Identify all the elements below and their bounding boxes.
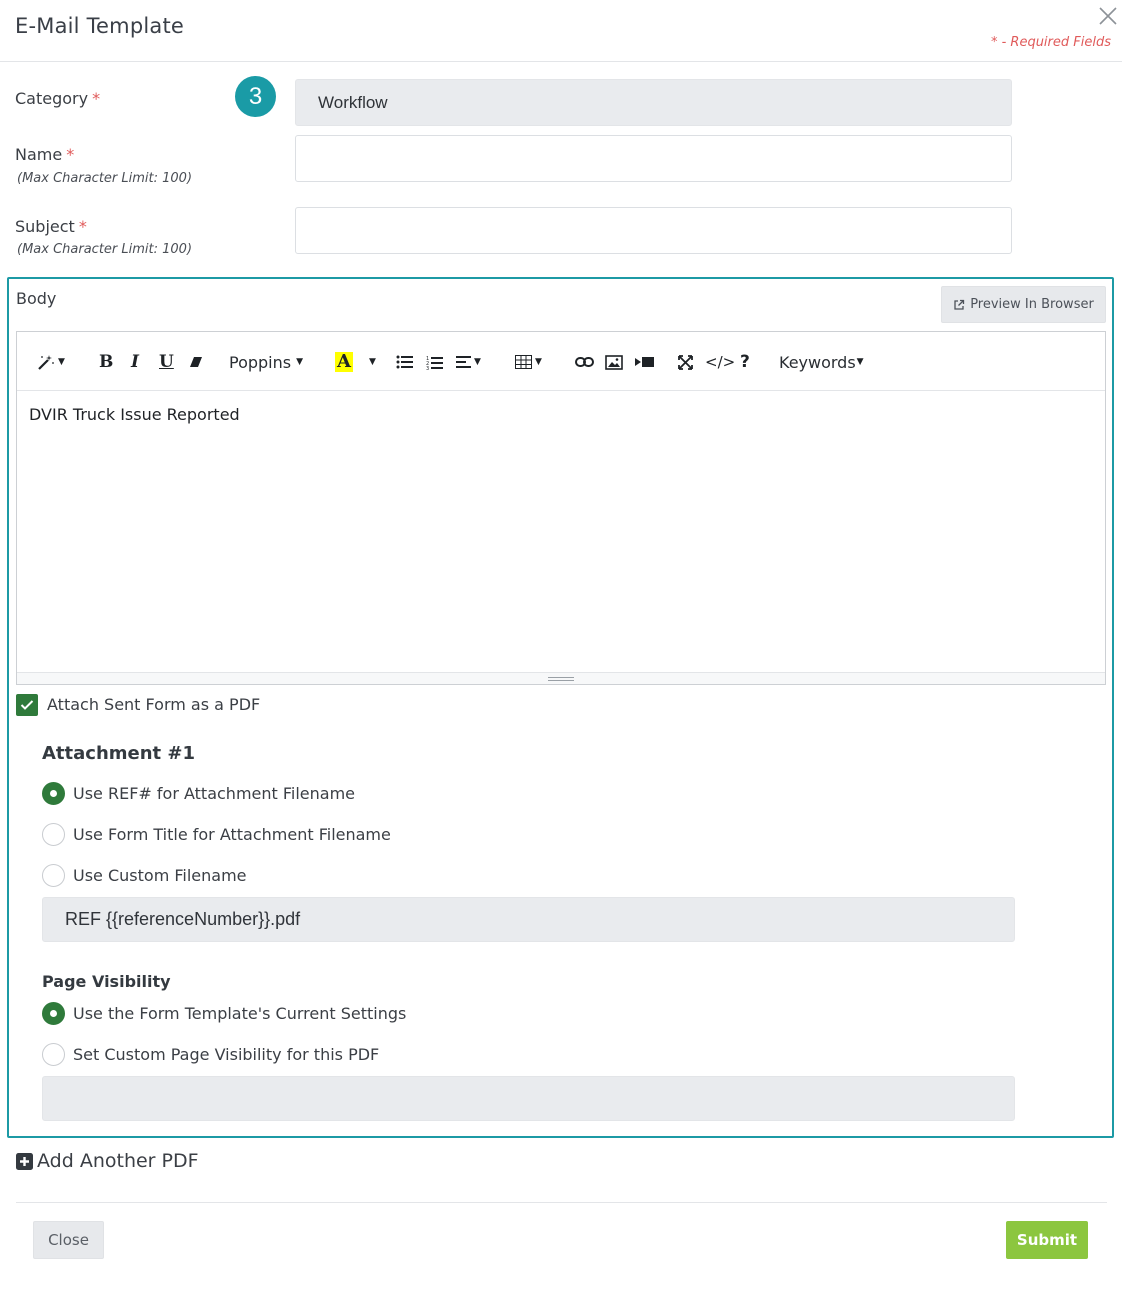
link-icon[interactable] (575, 350, 594, 374)
video-icon[interactable] (635, 350, 654, 374)
header-divider (0, 61, 1122, 62)
checkmark-icon (20, 700, 34, 710)
chevron-down-icon: ▼ (856, 357, 864, 367)
font-family-value: Poppins (229, 352, 292, 372)
close-icon[interactable] (1097, 5, 1119, 27)
rich-text-editor: ▼ B I U Poppins ▼ A ▼ 123 ▼ ▼ </> ? Keyw… (16, 331, 1106, 685)
add-another-pdf-button[interactable]: Add Another PDF (16, 1150, 199, 1172)
bullet-list-icon[interactable] (396, 350, 413, 374)
name-label-text: Name (15, 145, 63, 164)
plus-square-icon (16, 1152, 33, 1170)
required-fields-note: * - Required Fields (990, 35, 1111, 50)
italic-icon[interactable]: I (131, 350, 139, 374)
required-star: * (66, 145, 75, 164)
external-link-icon (954, 299, 965, 310)
close-button[interactable]: Close (33, 1221, 104, 1259)
magic-wand-icon (38, 355, 54, 370)
required-star: * (78, 217, 87, 236)
attach-pdf-checkbox[interactable] (16, 694, 38, 716)
radio-label: Use Form Title for Attachment Filename (73, 825, 391, 844)
radio-use-custom-filename[interactable] (42, 864, 65, 887)
add-pdf-label: Add Another PDF (37, 1150, 199, 1172)
page-visibility-field[interactable] (42, 1076, 1015, 1121)
page-visibility-title: Page Visibility (42, 972, 171, 991)
category-label-text: Category (15, 89, 89, 108)
step-badge: 3 (235, 76, 276, 117)
highlight-color-icon[interactable]: A (335, 350, 353, 374)
category-label: Category * (15, 89, 100, 108)
chevron-down-icon: ▼ (474, 357, 481, 367)
image-icon[interactable] (605, 350, 623, 374)
table-dropdown[interactable]: ▼ (515, 350, 542, 374)
footer-divider (16, 1202, 1107, 1203)
body-label: Body (16, 289, 57, 308)
radio-custom-page-visibility[interactable] (42, 1043, 65, 1066)
bold-icon[interactable]: B (99, 350, 113, 374)
required-star: * (92, 89, 101, 108)
preview-in-browser-button[interactable]: Preview In Browser (941, 286, 1106, 323)
align-left-icon (456, 356, 471, 368)
help-icon[interactable]: ? (740, 350, 750, 374)
underline-icon[interactable]: U (159, 350, 174, 374)
submit-button[interactable]: Submit (1006, 1221, 1088, 1259)
editor-toolbar: ▼ B I U Poppins ▼ A ▼ 123 ▼ ▼ </> ? Keyw… (17, 332, 1105, 391)
numbered-list-icon[interactable]: 123 (426, 350, 443, 374)
keywords-label: Keywords (779, 352, 856, 372)
name-input[interactable] (295, 135, 1012, 182)
chevron-down-icon: ▼ (369, 357, 376, 367)
chevron-down-icon: ▼ (535, 357, 542, 367)
subject-input[interactable] (295, 207, 1012, 254)
radio-use-ref-filename[interactable] (42, 782, 65, 805)
radio-label: Use REF# for Attachment Filename (73, 784, 356, 803)
name-label: Name * (15, 145, 74, 164)
preview-button-label: Preview In Browser (970, 297, 1094, 312)
category-field[interactable]: Workflow (295, 79, 1012, 126)
fullscreen-icon[interactable] (678, 350, 693, 374)
radio-label: Use Custom Filename (73, 866, 247, 885)
modal-title: E-Mail Template (15, 14, 185, 38)
radio-label: Set Custom Page Visibility for this PDF (73, 1045, 380, 1064)
subject-label: Subject * (15, 217, 87, 236)
eraser-icon[interactable] (189, 350, 203, 374)
table-icon (515, 355, 532, 369)
resize-grip-line (548, 677, 574, 678)
subject-label-text: Subject (15, 217, 75, 236)
chevron-down-icon: ▼ (58, 357, 65, 367)
custom-filename-field[interactable]: REF {{referenceNumber}}.pdf (42, 897, 1015, 942)
subject-hint: (Max Character Limit: 100) (17, 242, 193, 257)
magic-wand-dropdown[interactable]: ▼ (37, 350, 65, 374)
radio-label: Use the Form Template's Current Settings (73, 1004, 407, 1023)
svg-text:3: 3 (426, 366, 429, 370)
chevron-down-icon: ▼ (296, 357, 304, 367)
code-view-icon[interactable]: </> (705, 350, 735, 374)
editor-content[interactable]: DVIR Truck Issue Reported (29, 405, 240, 424)
name-hint: (Max Character Limit: 100) (17, 171, 193, 186)
attach-pdf-label: Attach Sent Form as a PDF (47, 695, 261, 714)
keywords-dropdown[interactable]: Keywords ▼ (779, 350, 864, 374)
editor-resize-handle[interactable] (17, 672, 1105, 684)
resize-grip-line (548, 680, 574, 681)
attachment-title: Attachment #1 (42, 743, 196, 764)
color-dropdown-caret[interactable]: ▼ (366, 350, 376, 374)
radio-use-template-settings[interactable] (42, 1002, 65, 1025)
font-family-dropdown[interactable]: Poppins ▼ (229, 350, 303, 374)
align-dropdown[interactable]: ▼ (456, 350, 481, 374)
radio-use-form-title-filename[interactable] (42, 823, 65, 846)
